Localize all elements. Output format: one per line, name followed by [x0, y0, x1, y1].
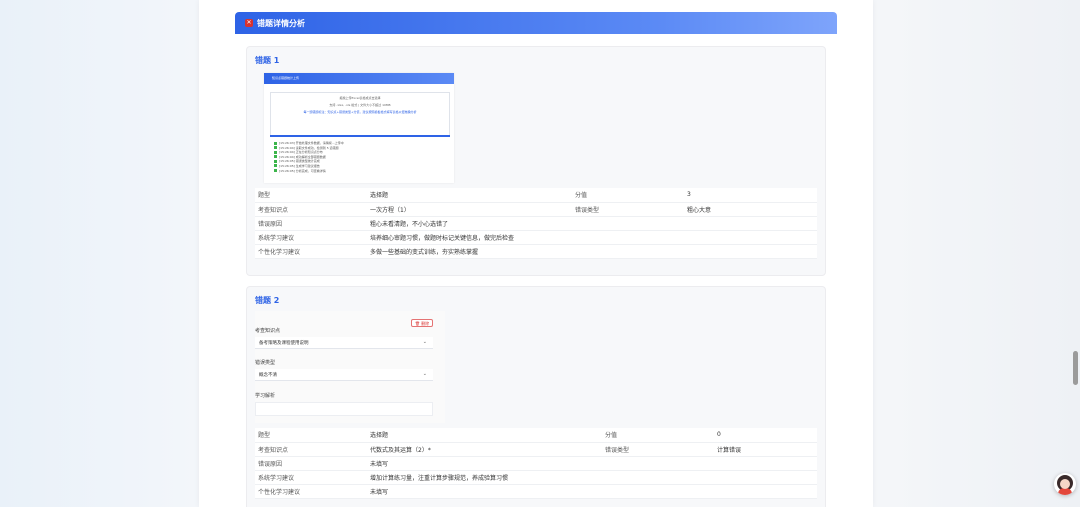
- row-value: 未填写: [367, 484, 817, 499]
- table-row: 题型 选择题 分值 3: [255, 188, 817, 203]
- progress-line: [270, 135, 450, 137]
- table-row: 个性化学习建议 未填写: [255, 484, 817, 499]
- row-label: 题型: [255, 188, 367, 203]
- row-value: 0: [714, 428, 817, 443]
- row-label: 系统学习建议: [255, 230, 367, 245]
- error-info-table: 题型 选择题 分值 0 考查知识点 代数式及其运算（2）* 错误类型 计算错误 …: [255, 428, 817, 499]
- row-value: 增加计算练习量，注重计算步骤规范，养成验算习惯: [367, 470, 817, 485]
- table-row: 个性化学习建议 多做一些基础的变式训练，夯实熟练掌握: [255, 244, 817, 259]
- error-screenshot[interactable]: 知识点错题统计上传 拖拽上传Excel表格或点击选择 支持 .xlsx, .xl…: [264, 73, 454, 183]
- row-label: 错误原因: [255, 216, 367, 231]
- row-label: 系统学习建议: [255, 470, 367, 485]
- row-value: 选择题: [367, 188, 572, 203]
- assistant-avatar[interactable]: [1054, 473, 1076, 495]
- section-header: ✕ 错题详情分析: [235, 12, 837, 34]
- error-title: 错题 1: [255, 56, 280, 65]
- chevron-down-icon: ⌄: [422, 371, 427, 377]
- log-list: [15:26:03] 开始处理文件数据，请稍候...上传中 [15:26:04]…: [272, 141, 344, 173]
- row-value: 粗心未看清题，不小心选错了: [367, 216, 817, 231]
- row-value: 计算错误: [714, 442, 817, 457]
- screenshot-header: 知识点错题统计上传: [264, 73, 454, 84]
- error-title: 错题 2: [255, 296, 280, 305]
- row-label: 错误原因: [255, 456, 367, 471]
- table-row: 题型 选择题 分值 0: [255, 428, 817, 443]
- main-page: ✕ 错题详情分析 错题 1 知识点错题统计上传 拖拽上传Excel表格或点击选择…: [199, 0, 873, 507]
- row-label: 个性化学习建议: [255, 244, 367, 259]
- row-value: 粗心大意: [684, 202, 817, 217]
- table-row: 系统学习建议 培养细心审题习惯，做题时标记关键信息，做完后检查: [255, 230, 817, 245]
- table-row: 考查知识点 代数式及其运算（2）* 错误类型 计算错误: [255, 442, 817, 457]
- analysis-textarea[interactable]: [255, 402, 433, 416]
- error-card-2: 错题 2 考查知识点 🗑 删除 备考策略及课程使用说明 ⌄ 错误类型 概念不清 …: [246, 286, 826, 507]
- section-title: 错题详情分析: [257, 18, 305, 28]
- delete-button[interactable]: 🗑 删除: [411, 319, 433, 327]
- error-card-1: 错题 1 知识点错题统计上传 拖拽上传Excel表格或点击选择 支持 .xlsx…: [246, 46, 826, 276]
- row-label: 考查知识点: [255, 202, 367, 217]
- error-screenshot[interactable]: 考查知识点 🗑 删除 备考策略及课程使用说明 ⌄ 错误类型 概念不清 ⌄ 学习解…: [255, 311, 445, 423]
- row-label: 题型: [255, 428, 367, 443]
- table-row: 错误原因 未填写: [255, 456, 817, 471]
- row-label: 错误类型: [572, 202, 684, 217]
- row-label: 错误类型: [602, 442, 714, 457]
- type-select[interactable]: 概念不清 ⌄: [255, 369, 433, 381]
- knowledge-select[interactable]: 备考策略及课程使用说明 ⌄: [255, 337, 433, 349]
- row-value: 选择题: [367, 428, 602, 443]
- row-value: 多做一些基础的变式训练，夯实熟练掌握: [367, 244, 817, 259]
- row-value: 未填写: [367, 456, 817, 471]
- analysis-label: 学习解析: [255, 393, 276, 399]
- table-row: 考查知识点 一次方程（1） 错误类型 粗心大意: [255, 202, 817, 217]
- chevron-down-icon: ⌄: [422, 339, 427, 345]
- row-value: 3: [684, 188, 817, 203]
- table-row: 错误原因 粗心未看清题，不小心选错了: [255, 216, 817, 231]
- table-row: 系统学习建议 增加计算练习量，注重计算步骤规范，养成验算习惯: [255, 470, 817, 485]
- row-value: 代数式及其运算（2）*: [367, 442, 602, 457]
- scrollbar-thumb[interactable]: [1073, 351, 1078, 385]
- error-info-table: 题型 选择题 分值 3 考查知识点 一次方程（1） 错误类型 粗心大意 错误原因…: [255, 188, 817, 259]
- type-label: 错误类型: [255, 360, 276, 366]
- row-value: 培养细心审题习惯，做题时标记关键信息，做完后检查: [367, 230, 817, 245]
- row-label: 分值: [572, 188, 684, 203]
- row-label: 分值: [602, 428, 714, 443]
- row-label: 个性化学习建议: [255, 484, 367, 499]
- upload-area: 拖拽上传Excel表格或点击选择 支持 .xlsx, .xls 格式 | 文件大…: [270, 92, 450, 136]
- row-value: 一次方程（1）: [367, 202, 572, 217]
- row-label: 考查知识点: [255, 442, 367, 457]
- knowledge-label: 考查知识点: [255, 328, 281, 334]
- x-icon: ✕: [245, 19, 253, 27]
